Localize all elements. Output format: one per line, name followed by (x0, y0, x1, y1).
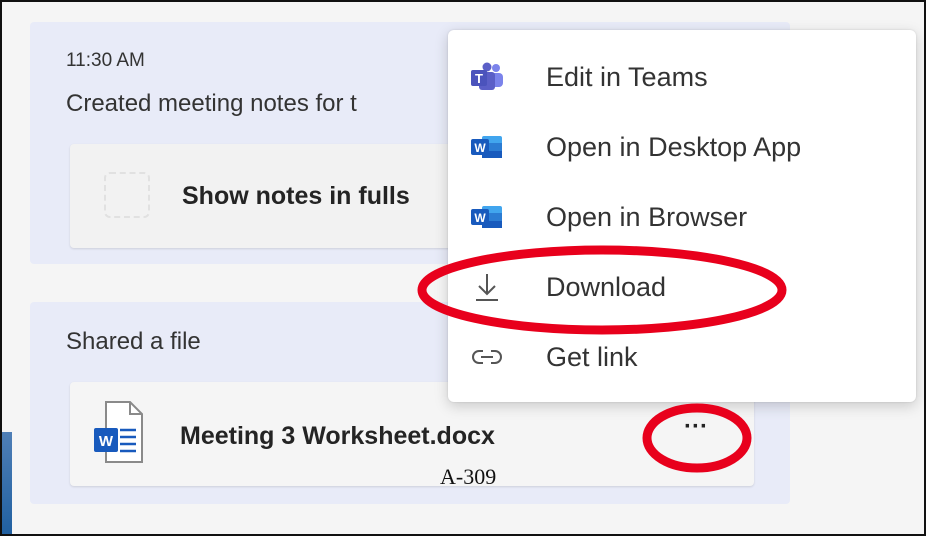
svg-text:T: T (475, 71, 483, 86)
word-icon: W (470, 202, 504, 232)
file-context-menu: T Edit in Teams W Open in Desktop App W … (448, 30, 916, 402)
menu-item-label: Get link (546, 342, 638, 372)
link-icon (470, 342, 504, 372)
word-document-icon: W (92, 400, 144, 471)
menu-item-label: Edit in Teams (546, 62, 708, 92)
download-icon (470, 272, 504, 302)
message-time: 11:30 AM (66, 50, 145, 71)
file-name: Meeting 3 Worksheet.docx (180, 422, 495, 450)
svg-text:W: W (99, 433, 114, 450)
menu-item-label: Open in Desktop App (546, 132, 802, 162)
show-notes-label: Show notes in fulls (182, 182, 410, 210)
menu-item-label: Download (546, 272, 667, 302)
menu-item-open-desktop-app[interactable]: W Open in Desktop App (448, 112, 916, 182)
menu-item-get-link[interactable]: Get link (448, 322, 916, 392)
notes-placeholder-icon (104, 172, 150, 218)
teams-icon: T (470, 62, 504, 92)
more-options-button[interactable]: ··· (656, 412, 736, 456)
shared-file-text: Shared a file (66, 328, 201, 355)
svg-text:W: W (474, 211, 486, 225)
menu-item-open-in-browser[interactable]: W Open in Browser (448, 182, 916, 252)
menu-item-label: Open in Browser (546, 202, 748, 232)
message-text: Created meeting notes for t (66, 90, 357, 117)
menu-item-edit-in-teams[interactable]: T Edit in Teams (448, 42, 916, 112)
background-edge (2, 432, 12, 534)
svg-text:W: W (474, 141, 486, 155)
word-icon: W (470, 132, 504, 162)
reference-label: A-309 (440, 464, 497, 489)
menu-item-download[interactable]: Download (448, 252, 916, 322)
screenshot-frame: 11:30 AM Created meeting notes for t Sho… (0, 0, 926, 536)
